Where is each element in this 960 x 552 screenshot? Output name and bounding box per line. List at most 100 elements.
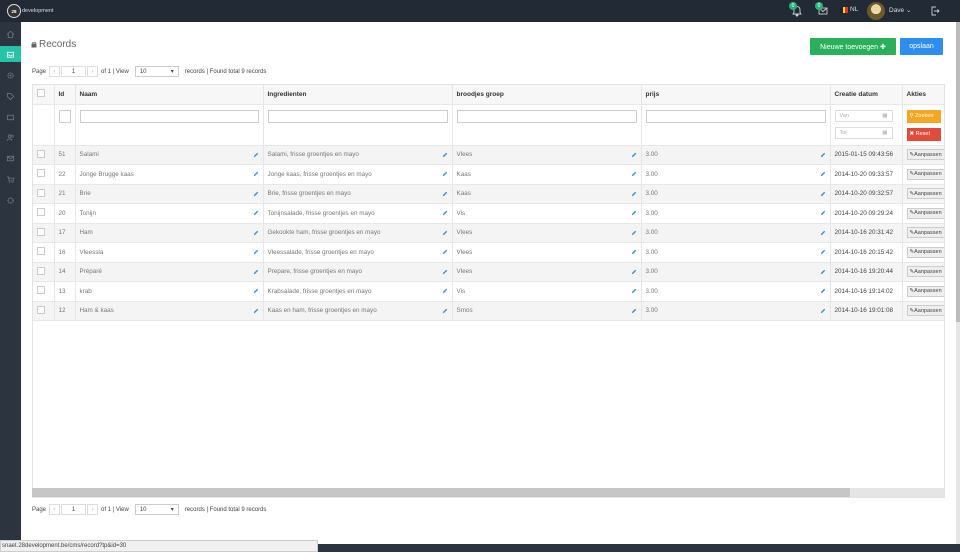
users-icon[interactable] xyxy=(0,129,21,145)
table-row[interactable]: 12 Ham & kaas Kaas en ham, frisse groentje… xyxy=(33,301,944,321)
cell-groep[interactable]: Vlees xyxy=(452,242,642,263)
pencil-icon[interactable] xyxy=(631,171,637,177)
page-scrollbar[interactable] xyxy=(956,22,960,544)
pencil-icon[interactable] xyxy=(631,249,637,255)
filter-ingredienten-input[interactable] xyxy=(267,109,448,123)
prev-page-button[interactable]: ‹ xyxy=(49,504,61,515)
pencil-icon[interactable] xyxy=(442,191,448,197)
cell-naam[interactable]: Ham xyxy=(75,223,264,243)
cell-prijs[interactable]: 3.00 xyxy=(641,164,831,185)
pencil-icon[interactable] xyxy=(442,308,448,314)
per-page-select[interactable]: 10 ▾ xyxy=(134,504,179,515)
row-checkbox[interactable] xyxy=(37,208,45,217)
cell-naam[interactable]: Tonijn xyxy=(75,203,264,224)
select-all-checkbox[interactable] xyxy=(37,89,45,98)
language-selector[interactable]: NL xyxy=(840,6,858,13)
cell-ingredienten[interactable]: Vleessalade, frisse groentjes en mayo xyxy=(263,242,453,263)
edit-button[interactable]: ✎ Aanpassen xyxy=(906,266,944,278)
cell-ingredienten[interactable]: Krabsalade, frisse groentjes en mayo xyxy=(263,281,453,302)
filter-naam-input[interactable] xyxy=(79,109,259,123)
table-row[interactable]: 21 Brie Brie, frisse groentjes en mayo Kaas… xyxy=(33,184,944,204)
edit-button[interactable]: ✎ Aanpassen xyxy=(906,246,944,258)
pencil-icon[interactable] xyxy=(253,249,259,255)
pencil-icon[interactable] xyxy=(631,288,637,294)
row-checkbox[interactable] xyxy=(37,266,45,275)
table-row[interactable]: 14 Préparé Prepare, frisse groentjes en ma… xyxy=(33,262,944,282)
cell-prijs[interactable]: 3.00 xyxy=(641,184,831,204)
pencil-icon[interactable] xyxy=(442,249,448,255)
pencil-icon[interactable] xyxy=(253,288,259,294)
table-row[interactable]: 17 Ham Gekookte ham, frisse groentjes en m… xyxy=(33,223,944,243)
pencil-icon[interactable] xyxy=(631,308,637,314)
col-naam[interactable]: Naam xyxy=(75,85,264,105)
cell-ingredienten[interactable]: Tonijnsalade, frisse groentjes en mayo xyxy=(263,203,453,224)
edit-button[interactable]: ✎ Aanpassen xyxy=(906,188,944,200)
page-input[interactable]: 1 xyxy=(61,504,87,515)
gear-icon[interactable] xyxy=(0,192,21,208)
cell-groep[interactable]: Smos xyxy=(452,301,642,321)
page-input[interactable]: 1 xyxy=(61,66,87,77)
scrollbar-thumb[interactable] xyxy=(32,488,850,497)
pencil-icon[interactable] xyxy=(631,152,637,158)
cart-icon[interactable] xyxy=(0,171,21,187)
pencil-icon[interactable] xyxy=(253,230,259,236)
filter-id-input[interactable] xyxy=(58,109,71,123)
cell-groep[interactable]: Vlees xyxy=(452,262,642,282)
cell-groep[interactable]: Kaas xyxy=(452,184,642,204)
row-checkbox[interactable] xyxy=(37,188,45,197)
pencil-icon[interactable] xyxy=(631,269,637,275)
cell-groep[interactable]: Kaas xyxy=(452,164,642,185)
next-page-button[interactable]: › xyxy=(87,504,99,515)
messages-icon[interactable]: 0 xyxy=(815,2,830,18)
prev-page-button[interactable]: ‹ xyxy=(49,66,61,77)
cell-prijs[interactable]: 3.00 xyxy=(641,242,831,263)
pencil-icon[interactable] xyxy=(253,171,259,177)
cell-prijs[interactable]: 3.00 xyxy=(641,145,831,165)
tag-icon[interactable] xyxy=(0,88,21,104)
pencil-icon[interactable] xyxy=(442,230,448,236)
cell-groep[interactable]: Vis xyxy=(452,203,642,224)
row-checkbox[interactable] xyxy=(37,169,45,178)
logo[interactable]: 28 development xyxy=(7,4,54,18)
table-row[interactable]: 22 Jonge Brugge kaas Jonge kaas, frisse gr… xyxy=(33,164,944,185)
cell-ingredienten[interactable]: Jonge kaas, frisse groentjes en mayo xyxy=(263,164,453,185)
cell-naam[interactable]: Jonge Brugge kaas xyxy=(75,164,264,185)
pencil-icon[interactable] xyxy=(442,171,448,177)
col-id[interactable]: Id xyxy=(54,85,76,105)
cell-groep[interactable]: Vis xyxy=(452,281,642,302)
pencil-icon[interactable] xyxy=(820,191,826,197)
col-prijs[interactable]: prijs xyxy=(641,85,831,105)
avatar[interactable] xyxy=(867,2,885,20)
table-row[interactable]: 51 Salami Salami, frisse groentjes en mayo… xyxy=(33,145,944,165)
pencil-icon[interactable] xyxy=(820,230,826,236)
filter-groep-input[interactable] xyxy=(456,109,637,123)
settings-icon[interactable] xyxy=(0,67,21,83)
pencil-icon[interactable] xyxy=(253,269,259,275)
cell-ingredienten[interactable]: Salami, frisse groentjes en mayo xyxy=(263,145,453,165)
page-scrollbar-thumb[interactable] xyxy=(956,22,960,322)
cell-ingredienten[interactable]: Kaas en ham, frisse groentjes en mayo xyxy=(263,301,453,321)
mail-icon[interactable] xyxy=(0,109,21,125)
cell-prijs[interactable]: 3.00 xyxy=(641,301,831,321)
pencil-icon[interactable] xyxy=(820,249,826,255)
row-checkbox[interactable] xyxy=(37,149,45,158)
row-checkbox[interactable] xyxy=(37,247,45,256)
pencil-icon[interactable] xyxy=(820,288,826,294)
edit-button[interactable]: ✎ Aanpassen xyxy=(906,149,944,161)
col-ingredienten[interactable]: Ingredienten xyxy=(263,85,453,105)
row-checkbox[interactable] xyxy=(37,305,45,314)
pencil-icon[interactable] xyxy=(631,210,637,216)
pencil-icon[interactable] xyxy=(631,230,637,236)
cell-ingredienten[interactable]: Gekookte ham, frisse groentjes en mayo xyxy=(263,223,453,243)
filter-prijs-input[interactable] xyxy=(645,109,826,123)
pencil-icon[interactable] xyxy=(820,269,826,275)
pencil-icon[interactable] xyxy=(442,210,448,216)
envelope-icon[interactable] xyxy=(0,150,21,166)
col-groep[interactable]: broodjes groep xyxy=(452,85,642,105)
cell-ingredienten[interactable]: Prepare, frisse groentjes en mayo xyxy=(263,262,453,282)
table-row[interactable]: 16 Vleessla Vleessalade, frisse groentjes … xyxy=(33,242,944,263)
pencil-icon[interactable] xyxy=(253,152,259,158)
table-row[interactable]: 13 krab Krabsalade, frisse groentjes en ma… xyxy=(33,281,944,302)
cell-groep[interactable]: Vlees xyxy=(452,145,642,165)
cell-naam[interactable]: Vleessla xyxy=(75,242,264,263)
